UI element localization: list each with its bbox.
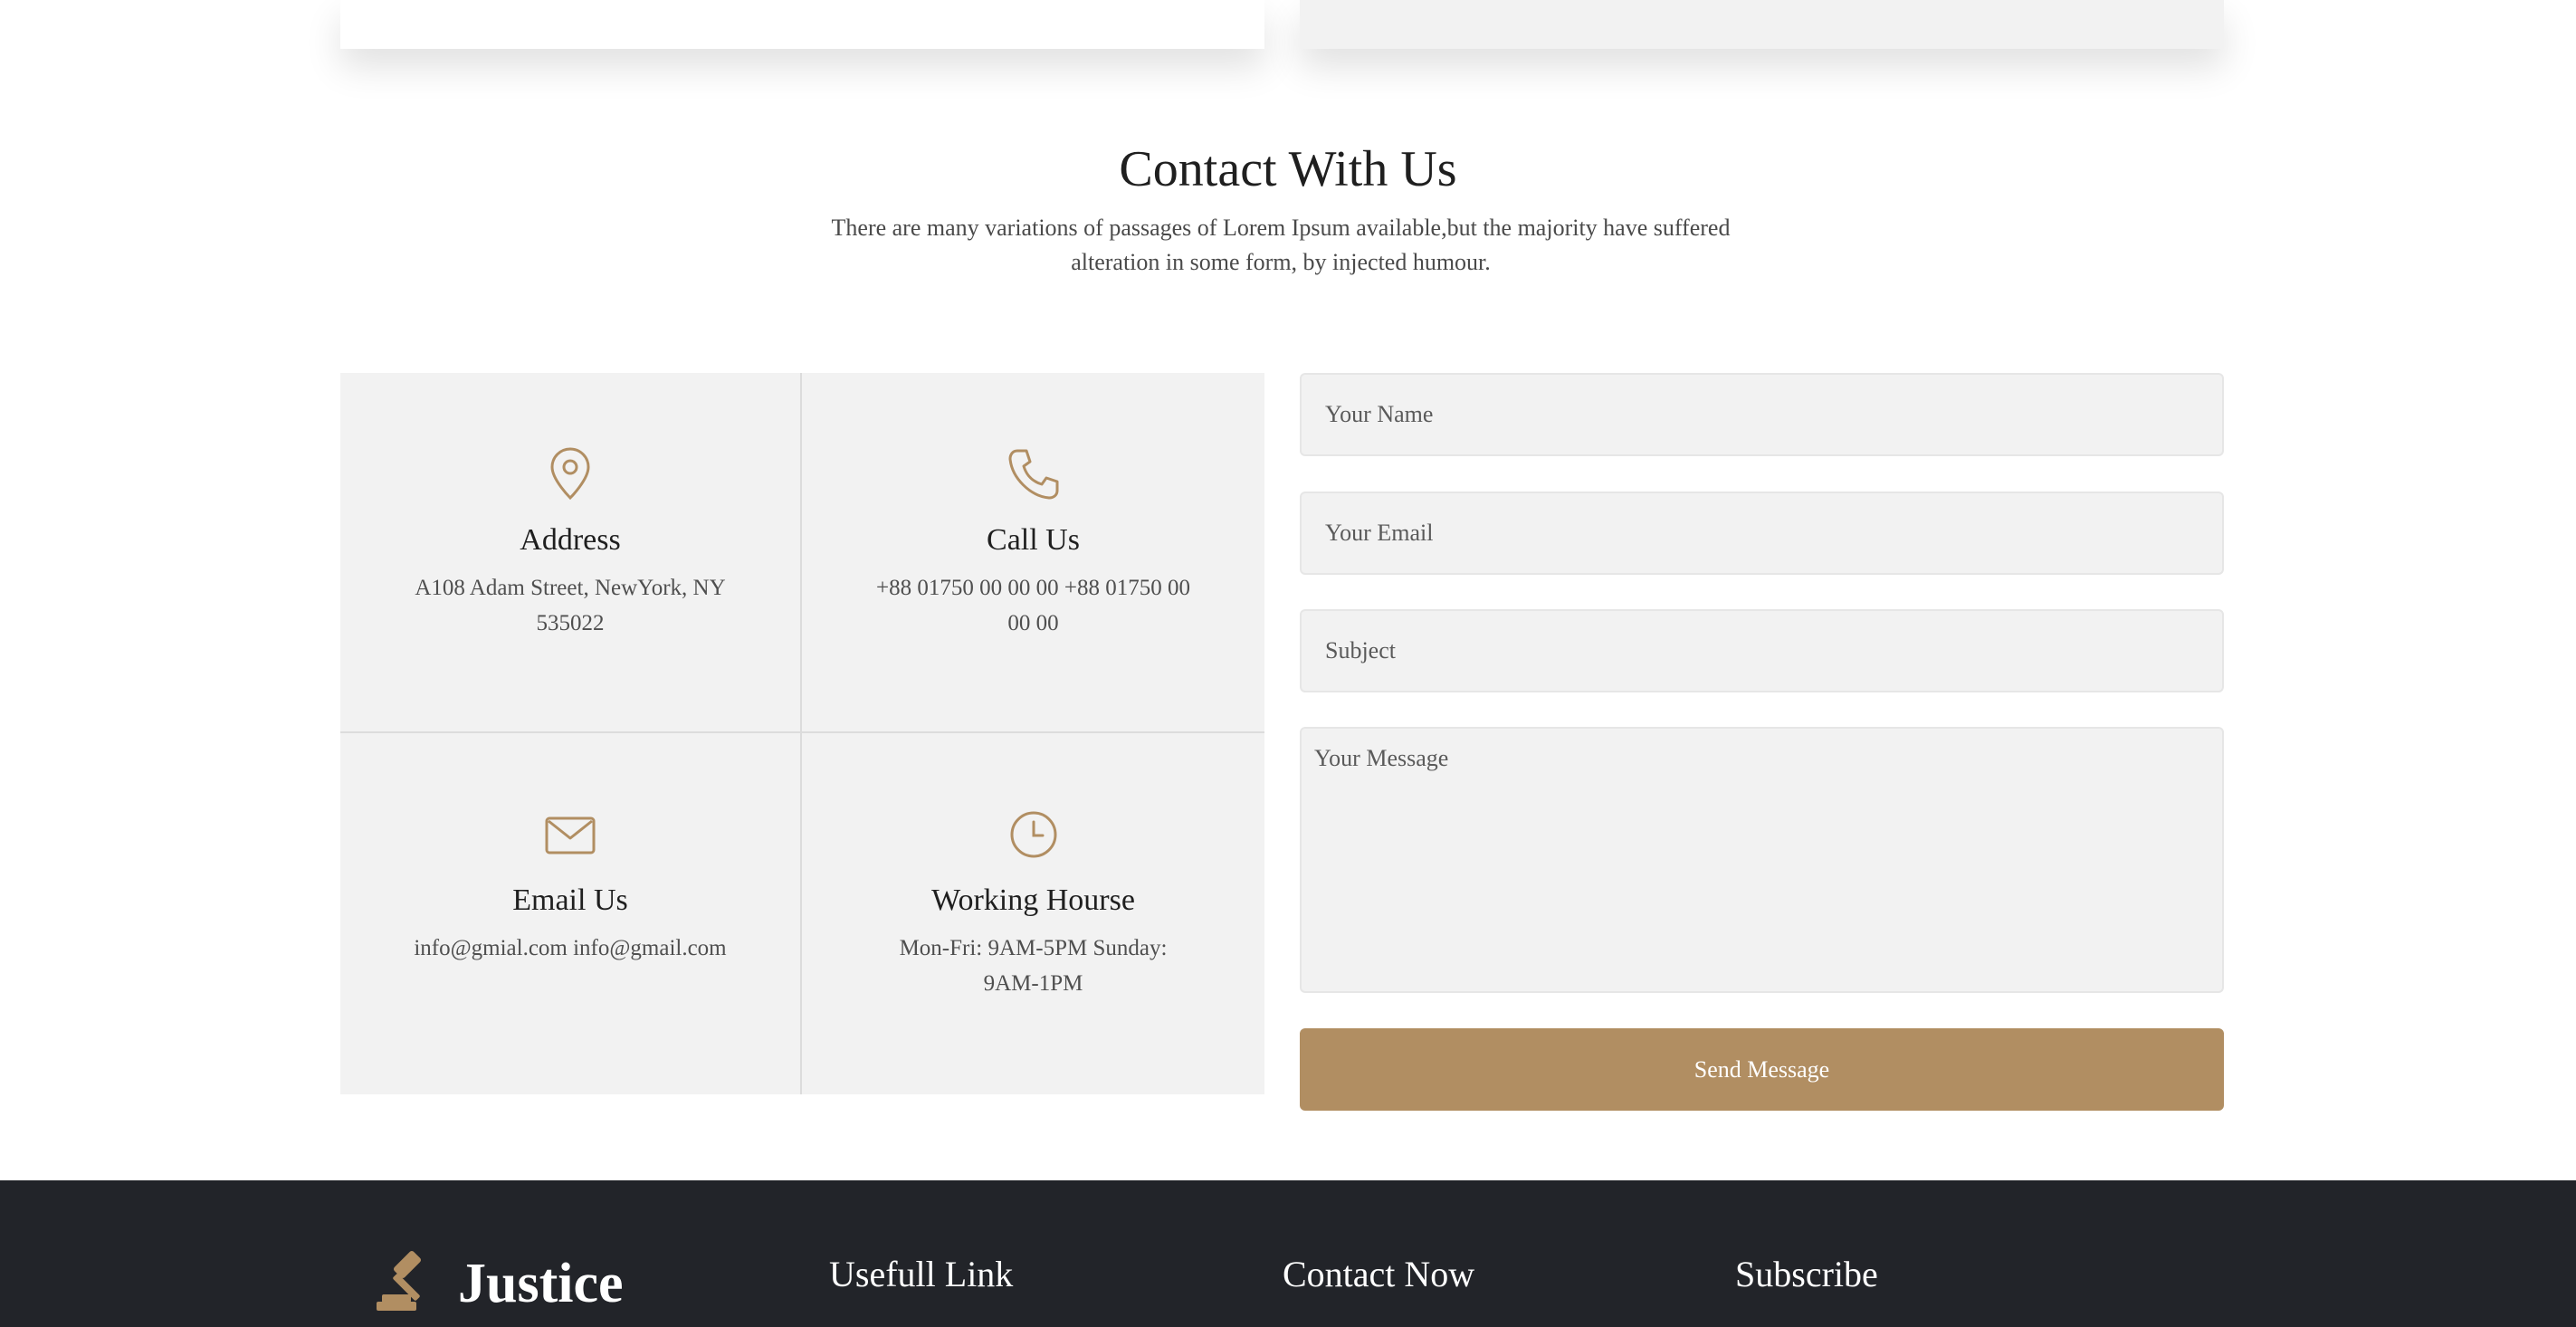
footer-heading-contact: Contact Now	[1283, 1254, 1475, 1294]
info-text: info@gmial.com info@gmail.com	[414, 936, 727, 960]
email-input[interactable]	[1300, 492, 2224, 575]
info-title: Call Us	[987, 523, 1080, 557]
message-textarea[interactable]	[1300, 727, 2224, 993]
logo-text: Justice	[458, 1252, 624, 1314]
info-card-call: Call Us +88 01750 00 00 00 +88 01750 00 …	[802, 373, 1264, 733]
name-input[interactable]	[1300, 373, 2224, 456]
info-title: Working Hourse	[931, 883, 1135, 917]
phone-icon	[1008, 449, 1058, 500]
contact-subtitle: There are many variations of passages of…	[831, 215, 1731, 275]
info-card-address: Address A108 Adam Street, NewYork, NY 53…	[340, 373, 802, 733]
contact-info-grid: Address A108 Adam Street, NewYork, NY 53…	[340, 373, 1264, 1094]
top-card-right	[1300, 0, 2224, 49]
info-text: A108 Adam Street, NewYork, NY 535022	[415, 576, 726, 635]
info-card-email: Email Us info@gmial.com info@gmail.com	[340, 733, 802, 1094]
clock-icon	[1010, 811, 1056, 858]
info-title: Address	[520, 523, 621, 557]
info-text: Mon-Fri: 9AM-5PM Sunday: 9AM-1PM	[899, 936, 1168, 996]
footer: Justice Usefull Link Contact Now Subscri…	[0, 1180, 2576, 1327]
map-pin-icon	[550, 447, 590, 501]
footer-logo[interactable]: Justice	[373, 1247, 624, 1320]
footer-heading-useful-links: Usefull Link	[829, 1254, 1014, 1294]
mail-icon	[545, 816, 596, 854]
info-text: +88 01750 00 00 00 +88 01750 00 00 00	[876, 576, 1190, 635]
contact-title: Contact With Us	[1119, 141, 1457, 197]
info-title: Email Us	[512, 883, 628, 917]
info-card-hours: Working Hourse Mon-Fri: 9AM-5PM Sunday: …	[802, 733, 1264, 1094]
footer-heading-subscribe: Subscribe	[1735, 1254, 1878, 1294]
gavel-icon	[377, 1250, 422, 1311]
send-message-button[interactable]: Send Message	[1300, 1028, 2224, 1111]
subject-input[interactable]	[1300, 609, 2224, 692]
top-card-left	[340, 0, 1264, 49]
